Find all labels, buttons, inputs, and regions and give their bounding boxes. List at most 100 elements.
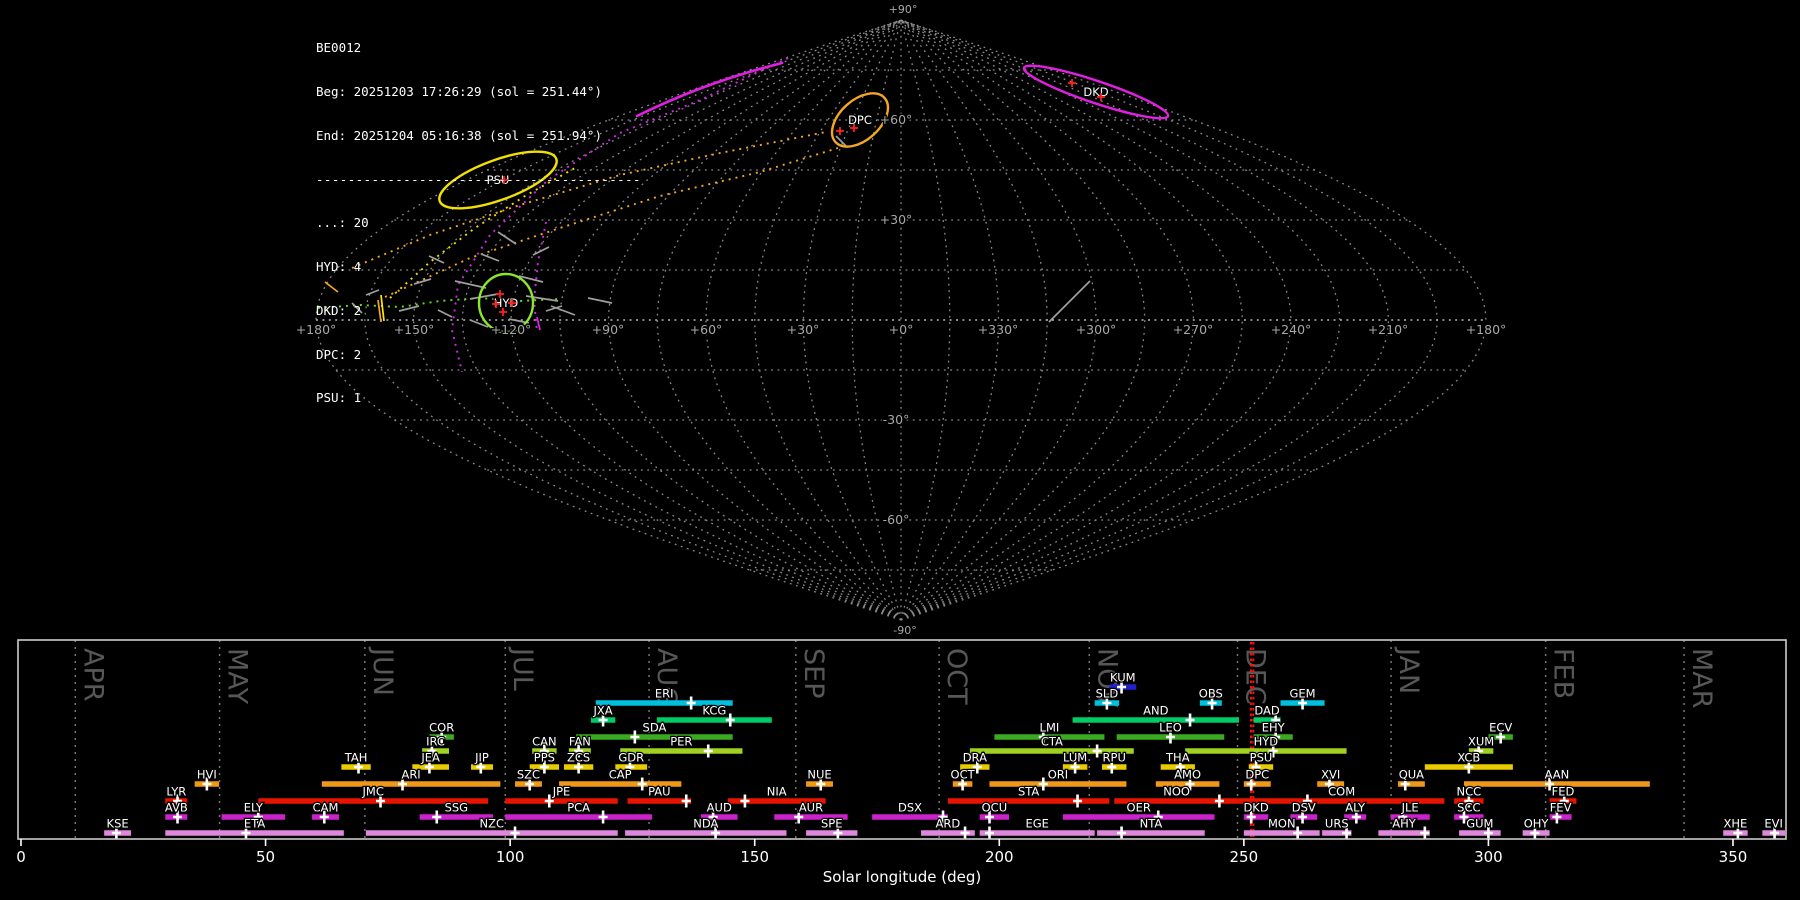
shower-code-label: JEA	[420, 751, 440, 765]
shower-OBS: OBS	[1198, 685, 1224, 710]
meteor-trace	[1048, 280, 1091, 323]
peak-marker	[510, 826, 520, 840]
shower-ETA: ETA	[165, 815, 344, 840]
shower-AVB: AVB	[164, 799, 189, 824]
shower-ZCS: ZCS	[563, 749, 594, 774]
lon-label: +240°	[1271, 322, 1312, 337]
pole-label-south: -90°	[893, 624, 916, 637]
shower-code-label: ERI	[655, 687, 674, 701]
shower-DKD: DKD	[1242, 799, 1270, 824]
shower-code-label: KSE	[107, 817, 129, 831]
shower-code-label: JIP	[474, 751, 489, 765]
peak-marker	[1038, 777, 1048, 791]
shower-code-label: EHY	[1262, 721, 1286, 735]
shower-NTA: NTA	[1097, 815, 1205, 840]
shower-code-label: ARD	[936, 817, 961, 831]
shower-XCB: XCB	[1424, 749, 1513, 774]
lon-label: +330°	[978, 322, 1019, 337]
x-tick-label: 100	[496, 848, 525, 866]
peak-marker	[1214, 794, 1224, 808]
lat-label: -60°	[883, 512, 910, 527]
month-label: FEB	[1548, 648, 1579, 699]
lon-label: +30°	[787, 322, 820, 337]
shower-RPU: RPU	[1101, 749, 1127, 774]
shower-code-label: OCT	[951, 768, 976, 782]
x-tick-label: 250	[1230, 848, 1259, 866]
radio-meteor-observation-screen: BE0012 Beg: 20251203 17:26:29 (sol = 251…	[0, 0, 1800, 900]
peak-marker	[703, 744, 713, 758]
shower-code-label: ETA	[244, 817, 265, 831]
shower-TAH: TAH	[341, 749, 371, 774]
separator-line: ----------------------------------------…	[316, 171, 641, 187]
shower-code-label: ORI	[1048, 768, 1068, 782]
shower-code-label: QUA	[1399, 768, 1424, 782]
shower-code-label: SLD	[1096, 687, 1119, 701]
shower-NUE: NUE	[806, 766, 833, 791]
shower-code-label: HVI	[197, 768, 217, 782]
shower-CAM: CAM	[311, 799, 340, 824]
shower-code-label: EGE	[1025, 817, 1048, 831]
x-tick-label: 350	[1719, 848, 1748, 866]
shower-code-label: AHY	[1392, 817, 1417, 831]
shower-code-label: COM	[1328, 785, 1355, 799]
month-label: SEP	[798, 648, 829, 698]
shower-code-label: GUM	[1466, 817, 1493, 831]
count-unidentified: ...: 20	[316, 215, 369, 231]
shower-OCU: OCU	[979, 799, 1010, 824]
station-id: BE0012	[316, 40, 362, 56]
lon-label: +60°	[690, 322, 723, 337]
x-axis-title: Solar longitude (deg)	[823, 868, 981, 886]
shower-SZC: SZC	[515, 766, 542, 791]
shower-code-label: LEO	[1159, 721, 1182, 735]
month-label: DEC	[1239, 648, 1270, 705]
shower-code-label: ELY	[244, 801, 264, 815]
shower-code-label: SDA	[643, 721, 667, 735]
shower-code-label: NIA	[767, 785, 787, 799]
peak-marker	[740, 794, 750, 808]
pole-label-north: +90°	[889, 3, 918, 16]
shower-KSE: KSE	[104, 815, 132, 840]
shower-GEM: GEM	[1280, 685, 1325, 710]
shower-code-label: AND	[1143, 704, 1168, 718]
lon-label: +180°	[1466, 322, 1507, 337]
shower-code-label: DAD	[1254, 704, 1280, 718]
month-label: JUN	[367, 646, 398, 696]
shower-code-label: JMC	[362, 785, 384, 799]
peak-marker	[725, 713, 735, 727]
shower-code-label: URS	[1325, 817, 1349, 831]
shower-code-label: OCU	[982, 801, 1008, 815]
peak-marker	[637, 777, 647, 791]
peak-marker	[984, 826, 994, 840]
x-tick-label: 300	[1474, 848, 1503, 866]
shower-code-label: SZC	[517, 768, 540, 782]
shower-code-label: CAN	[532, 735, 557, 749]
shower-code-label: JPE	[552, 785, 571, 799]
peak-marker	[960, 826, 970, 840]
meteor-cross-marker	[1068, 79, 1076, 87]
shower-code-label: SCC	[1457, 801, 1480, 815]
shower-code-label: NDA	[693, 817, 718, 831]
shower-code-label: XVI	[1321, 768, 1340, 782]
shower-code-label: PCA	[567, 801, 590, 815]
shower-code-label: GDR	[618, 751, 644, 765]
shower-SDA: SDA	[576, 719, 733, 744]
lat-label: +60°	[880, 112, 913, 127]
peak-marker	[1092, 744, 1102, 758]
shower-code-label: KUM	[1110, 671, 1136, 685]
shower-code-label: SPE	[821, 817, 843, 831]
month-label: JUL	[507, 646, 538, 691]
shower-code-label: DPC	[1245, 768, 1269, 782]
shower-code-label: NZC	[480, 817, 505, 831]
shower-PAU: PAU	[627, 783, 692, 808]
shower-code-label: AUD	[707, 801, 732, 815]
lat-label: +30°	[880, 212, 913, 227]
session-begin: Beg: 20251203 17:26:29 (sol = 251.44°)	[316, 83, 602, 99]
shower-code-label: STA	[1018, 785, 1039, 799]
session-info-panel: BE0012 Beg: 20251203 17:26:29 (sol = 251…	[316, 12, 641, 435]
shower-code-label: RPU	[1103, 751, 1126, 765]
shower-FEV: FEV	[1548, 799, 1573, 824]
shower-code-label: PSU	[1250, 751, 1273, 765]
month-APR: APR	[74, 640, 108, 839]
shower-code-label: XHE	[1724, 817, 1748, 831]
shower-LEO: LEO	[1116, 719, 1225, 744]
